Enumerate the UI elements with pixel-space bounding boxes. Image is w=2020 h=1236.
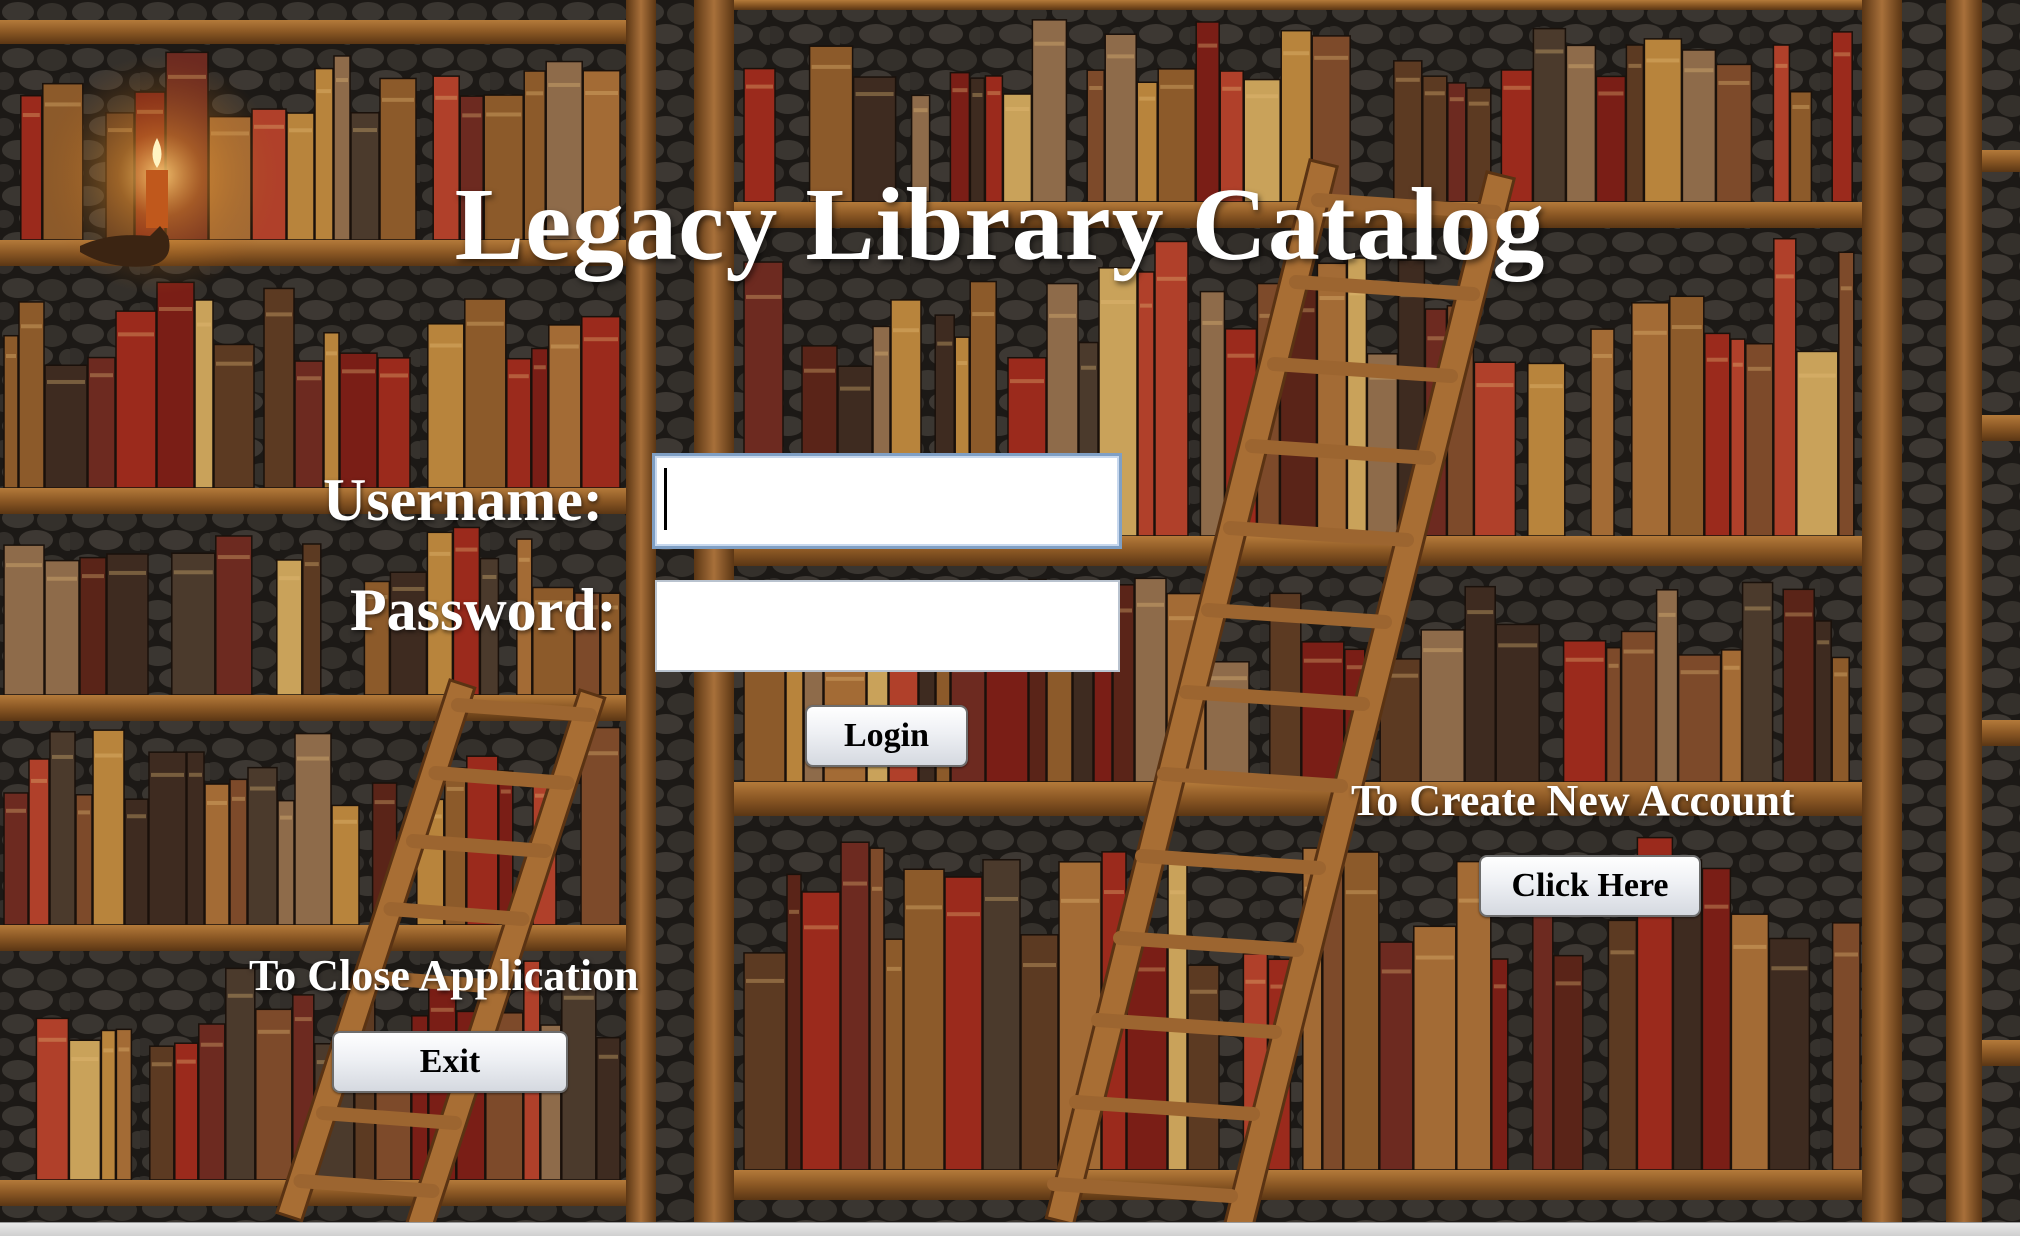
app-title: Legacy Library Catalog bbox=[454, 167, 1546, 282]
exit-button[interactable]: Exit bbox=[332, 1031, 568, 1093]
password-label: Password: bbox=[350, 577, 617, 643]
login-button[interactable]: Login bbox=[805, 705, 968, 767]
close-application-prompt: To Close Application bbox=[249, 951, 639, 1000]
username-label: Username: bbox=[323, 467, 603, 533]
create-account-prompt: To Create New Account bbox=[1351, 776, 1795, 825]
text-caret bbox=[664, 468, 667, 530]
username-input[interactable] bbox=[652, 453, 1122, 549]
create-account-button[interactable]: Click Here bbox=[1479, 855, 1701, 917]
window-bottom-border bbox=[0, 1222, 2020, 1236]
password-input[interactable] bbox=[655, 580, 1120, 672]
